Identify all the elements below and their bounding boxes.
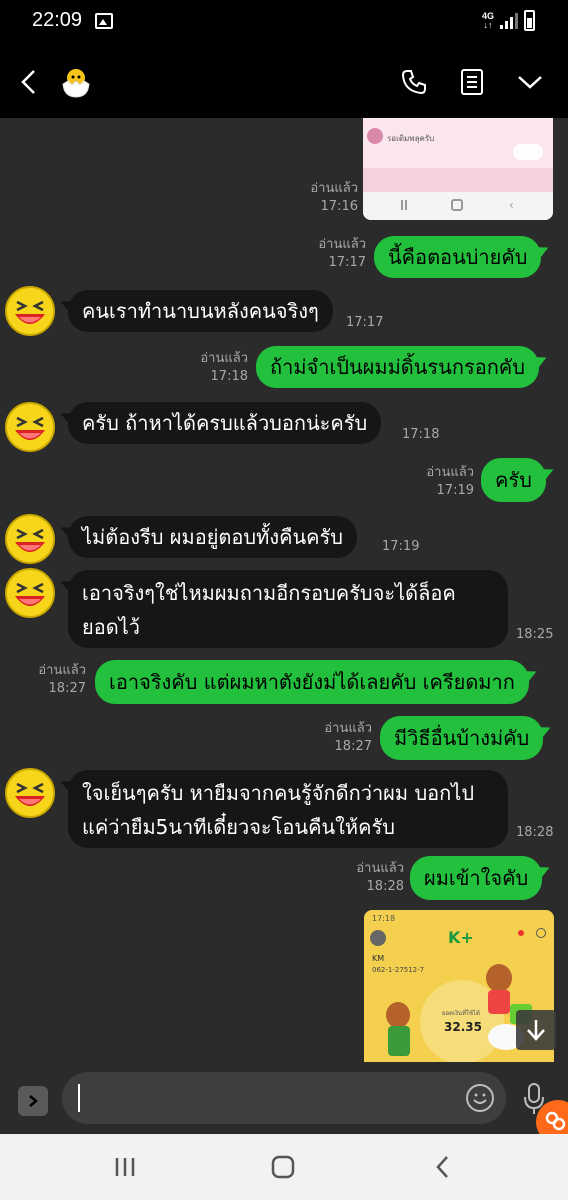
message-time: 18:28 — [516, 825, 554, 840]
recent-apps-button[interactable] — [110, 1152, 140, 1182]
laughing-face-icon — [15, 416, 45, 440]
message-meta: อ่านแล้ว 18:27 — [38, 663, 86, 696]
outgoing-message[interactable]: ผมเข้าใจคับ — [410, 856, 543, 900]
account-name: KM — [372, 954, 385, 963]
message-input[interactable] — [62, 1072, 506, 1124]
incoming-message[interactable]: ใจเย็นๆครับ หายืมจากคนรู้จักดีกว่าผม บอก… — [68, 770, 508, 848]
sender-avatar[interactable] — [5, 286, 55, 336]
back-button[interactable] — [10, 64, 46, 100]
incoming-message[interactable]: ครับ ถ้าหาได้ครบแล้วบอกน่ะครับ — [68, 402, 382, 444]
image-message[interactable]: รอเติมพลุครับ ‹ — [363, 118, 553, 220]
scroll-to-bottom-button[interactable] — [516, 1010, 556, 1050]
text-cursor — [78, 1084, 80, 1112]
laughing-face-icon — [15, 528, 45, 552]
message-meta: อ่านแล้ว 17:19 — [426, 465, 474, 498]
outgoing-message[interactable]: นี้คือตอนบ่ายคับ — [374, 236, 542, 278]
message-time: 18:25 — [516, 627, 554, 642]
avatar — [367, 128, 383, 144]
outgoing-message[interactable]: เอาจริงคับ แต่ผมหาตังยังม่ได้เลยคับ เครี… — [95, 660, 529, 704]
chat-area[interactable]: รอเติมพลุครับ ‹ อ่านแล้ว 17:16 นี้คือตอนบ… — [0, 118, 568, 1062]
laughing-face-icon — [15, 300, 45, 324]
home-icon — [271, 1155, 295, 1179]
phone-icon — [401, 70, 426, 95]
message-time: 17:19 — [382, 539, 420, 554]
back-nav-button[interactable] — [428, 1152, 458, 1182]
message-input-bar — [0, 1062, 568, 1134]
outgoing-message[interactable]: ครับ — [481, 458, 546, 502]
status-time: 22:09 — [32, 9, 83, 31]
screenshot-time: 17:18 — [372, 914, 396, 923]
cartoon-girl — [486, 964, 512, 992]
laughing-face-icon — [15, 582, 45, 606]
screenshot-nav: ‹ — [363, 192, 553, 220]
incoming-message[interactable]: คนเราทำนาบนหลังคนจริงๆ — [68, 290, 333, 332]
back-icon — [436, 1156, 448, 1178]
message-meta: อ่านแล้ว 17:16 — [310, 181, 358, 214]
message-time: 17:17 — [346, 315, 384, 330]
balance-amount: 32.35 — [444, 1020, 482, 1034]
balance-label: ยอดเงินที่ใช้ได้ — [442, 1010, 480, 1017]
cartoon-girl — [386, 1002, 410, 1028]
home-button[interactable] — [268, 1152, 298, 1182]
message-meta: อ่านแล้ว 17:17 — [318, 237, 366, 270]
laughing-face-icon — [15, 782, 45, 806]
message-meta: อ่านแล้ว 18:27 — [324, 721, 372, 754]
sender-avatar[interactable] — [5, 514, 55, 564]
incoming-message[interactable]: เอาจริงๆใช่ไหมผมถามอีกรอบครับจะได้ล็อค ย… — [68, 570, 508, 648]
avatar — [370, 930, 386, 946]
chevron-right-icon — [29, 1095, 38, 1107]
gallery-notification-icon — [95, 13, 113, 29]
network-type: 4G ↓↑ — [482, 11, 495, 30]
account-number: 062-1-27512-7 — [372, 966, 425, 974]
hatching-chick-icon — [62, 69, 90, 98]
expand-menu-button[interactable] — [18, 1086, 48, 1116]
notes-button[interactable] — [454, 64, 490, 100]
smiley-icon — [473, 1093, 487, 1104]
link-icon — [545, 1111, 566, 1131]
system-nav-bar — [0, 1134, 568, 1200]
signal-icon — [500, 13, 518, 29]
incoming-message[interactable]: ไม่ต้องรีบ ผมอยู่ตอบทั้งคืนครับ — [68, 516, 357, 558]
message-time: 17:18 — [402, 427, 440, 442]
outgoing-message[interactable]: ถ้าม่จำเป็นผมม่ดิ้นรนกรอกคับ — [256, 346, 539, 388]
status-bar: 22:09 4G ↓↑ — [0, 0, 568, 44]
menu-button[interactable] — [512, 64, 548, 100]
bank-logo: K+ — [448, 928, 474, 947]
recent-apps-icon — [115, 1158, 135, 1176]
chevron-down-icon — [518, 76, 542, 89]
screenshot-text: รอเติมพลุครับ — [387, 134, 435, 143]
message-meta: อ่านแล้ว 17:18 — [200, 351, 248, 384]
arrow-down-icon — [527, 1020, 545, 1041]
sender-avatar[interactable] — [5, 402, 55, 452]
emoji-button[interactable] — [466, 1084, 494, 1112]
sender-avatar[interactable] — [5, 568, 55, 618]
message-meta: อ่านแล้ว 18:28 — [356, 861, 404, 894]
outgoing-message[interactable]: มีวิธีอื่นบ้างม่คับ — [380, 716, 544, 760]
sender-avatar[interactable] — [5, 768, 55, 818]
chevron-left-icon — [21, 70, 35, 94]
call-button[interactable] — [396, 64, 432, 100]
chat-header — [0, 44, 568, 118]
document-icon — [461, 69, 483, 95]
contact-avatar[interactable] — [56, 62, 96, 102]
battery-icon — [524, 10, 535, 31]
